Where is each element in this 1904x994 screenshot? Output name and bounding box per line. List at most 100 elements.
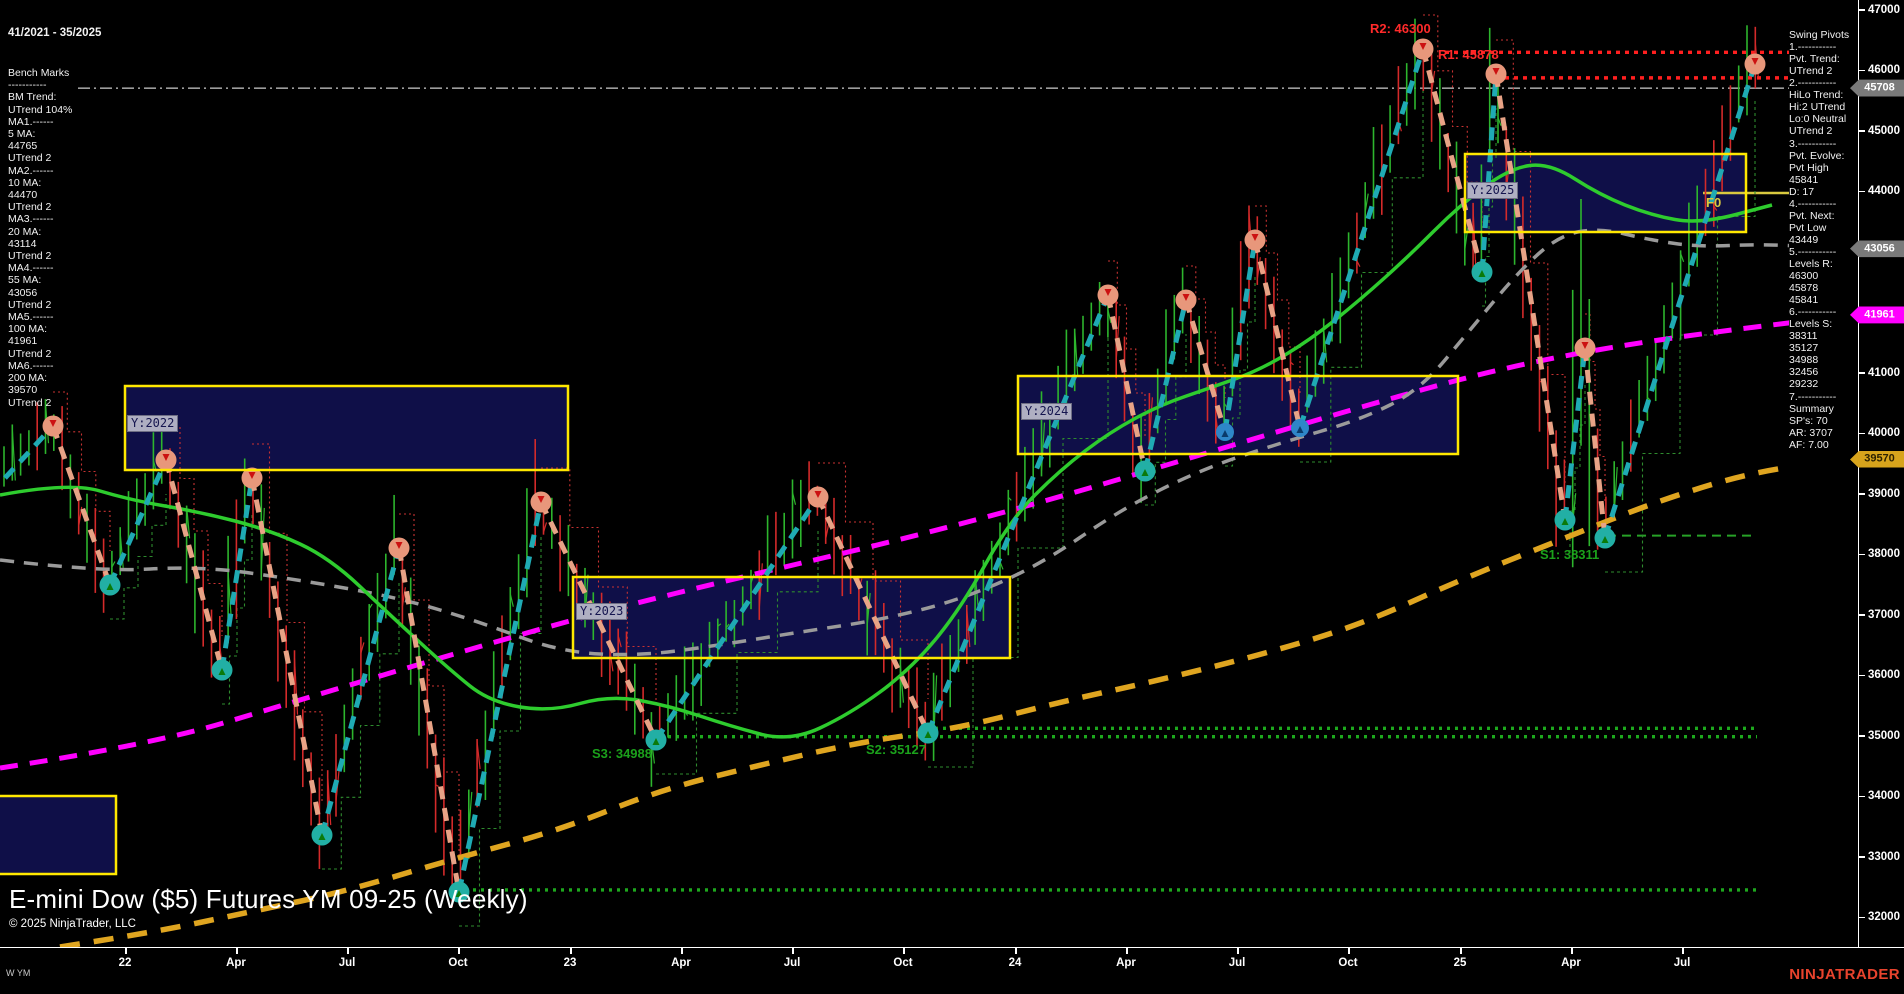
benchmarks-line: 100 MA: (8, 323, 101, 335)
benchmarks-line: 39570 (8, 384, 101, 396)
chart-title: E-mini Dow ($5) Futures YM 09-25 (Weekly… (9, 884, 528, 915)
swing-leg (1300, 49, 1423, 428)
price-tag: 45708 (1850, 80, 1904, 97)
time-tick (681, 948, 683, 954)
swing-leg (252, 478, 322, 835)
benchmarks-line: MA3.------ (8, 213, 101, 225)
level-label: S3: 34988 (592, 746, 652, 761)
swing-pivots-line: Lo:0 Neutral (1789, 113, 1857, 125)
year-box-label[interactable]: Y:2024 (1021, 403, 1072, 420)
swing-pivots-panel: Swing Pivots1.-----------Pvt. Trend:UTre… (1789, 5, 1857, 475)
time-tick-label: Apr (1116, 957, 1136, 969)
time-tick-label: Jul (1674, 957, 1691, 969)
price-axis[interactable]: 4700046000450004400043000420004100040000… (1858, 0, 1904, 947)
price-tick (1859, 130, 1865, 132)
year-box-label[interactable]: Y:2023 (576, 603, 627, 620)
swing-pivots-line: UTrend 2 (1789, 125, 1857, 137)
time-tick (1460, 948, 1462, 954)
time-tick (1348, 948, 1350, 954)
benchmarks-line: 55 MA: (8, 274, 101, 286)
benchmarks-line: 44765 (8, 140, 101, 152)
price-tick (1859, 796, 1865, 798)
benchmarks-line: UTrend 2 (8, 397, 101, 409)
swing-pivots-line: Swing Pivots (1789, 29, 1857, 41)
swing-pivots-line: 45841 (1789, 294, 1857, 306)
time-tick-label: Jul (1229, 957, 1246, 969)
time-tick-label: Oct (448, 957, 467, 969)
chart-window: 41/2021 - 35/2025 Bench Marks-----------… (0, 0, 1904, 994)
time-tick-label: 23 (564, 957, 577, 969)
year-box-label[interactable]: Y:2025 (1467, 182, 1518, 199)
benchmarks-line: UTrend 2 (8, 152, 101, 164)
time-tick (1571, 948, 1573, 954)
benchmarks-line: MA2.------ (8, 165, 101, 177)
time-tick-label: Oct (893, 957, 912, 969)
swing-pivots-line: Pvt. Evolve: (1789, 150, 1857, 162)
level-label: R2: 46300 (1370, 21, 1431, 36)
price-tick-label: 46000 (1868, 64, 1900, 76)
time-tick (125, 948, 127, 954)
swing-pivots-line: D: 17 (1789, 186, 1857, 198)
swing-pivots-line: 32456 (1789, 366, 1857, 378)
swing-leg (166, 460, 222, 670)
benchmarks-line: 10 MA: (8, 177, 101, 189)
swing-pivots-line: 45878 (1789, 282, 1857, 294)
price-tick (1859, 614, 1865, 616)
time-tick-label: Apr (1561, 957, 1581, 969)
benchmarks-line: 41961 (8, 335, 101, 347)
swing-pivots-line: Pvt High (1789, 162, 1857, 174)
swing-leg (459, 502, 541, 892)
price-tick (1859, 433, 1865, 435)
time-tick-label: Jul (784, 957, 801, 969)
price-tick-label: 45000 (1868, 125, 1900, 137)
price-tick (1859, 675, 1865, 677)
time-tick-label: 24 (1009, 957, 1022, 969)
time-tick (570, 948, 572, 954)
ma-200-line (60, 460, 1853, 947)
price-tick-label: 44000 (1868, 185, 1900, 197)
swing-pivots-line: UTrend 2 (1789, 65, 1857, 77)
time-tick (1682, 948, 1684, 954)
benchmarks-line: UTrend 2 (8, 201, 101, 213)
trailing-step-line (399, 514, 459, 858)
benchmarks-line: Bench Marks (8, 67, 101, 79)
price-tick-label: 33000 (1868, 851, 1900, 863)
benchmarks-line: UTrend 2 (8, 348, 101, 360)
benchmarks-line: MA1.------ (8, 116, 101, 128)
trailing-step-line (1496, 40, 1565, 486)
year-box (125, 386, 568, 470)
year-box-label[interactable]: Y:2022 (127, 415, 178, 432)
swing-pivots-line: 5.----------- (1789, 246, 1857, 258)
copyright-text: © 2025 NinjaTrader, LLC (9, 918, 528, 930)
swing-pivots-line: Levels S: (1789, 318, 1857, 330)
chart-canvas[interactable] (0, 0, 1904, 994)
price-tag: 43056 (1850, 240, 1904, 257)
swing-pivots-line: Pvt. Trend: (1789, 53, 1857, 65)
price-tick (1859, 493, 1865, 495)
swing-pivots-line: 46300 (1789, 270, 1857, 282)
instrument-code: W YM (6, 968, 30, 978)
time-tick (236, 948, 238, 954)
time-tick (1015, 948, 1017, 954)
swing-pivots-line: AF: 7.00 (1789, 439, 1857, 451)
benchmarks-line: 5 MA: (8, 128, 101, 140)
swing-pivots-line: Hi:2 UTrend (1789, 101, 1857, 113)
time-tick (903, 948, 905, 954)
benchmarks-line: UTrend 2 (8, 299, 101, 311)
price-tick (1859, 191, 1865, 193)
benchmarks-line: 43056 (8, 287, 101, 299)
benchmarks-line: BM Trend: (8, 91, 101, 103)
swing-pivots-line: 38311 (1789, 330, 1857, 342)
level-label: S2: 35127 (866, 742, 926, 757)
price-tick-label: 39000 (1868, 488, 1900, 500)
time-tick-label: 22 (119, 957, 132, 969)
benchmarks-line: 43114 (8, 238, 101, 250)
benchmarks-line: 200 MA: (8, 372, 101, 384)
price-tick-label: 34000 (1868, 790, 1900, 802)
swing-pivots-line: 2.----------- (1789, 77, 1857, 89)
time-axis[interactable]: 22AprJulOct23AprJulOct24AprJulOct25AprJu… (0, 947, 1904, 978)
price-tick (1859, 554, 1865, 556)
title-block: E-mini Dow ($5) Futures YM 09-25 (Weekly… (9, 884, 528, 930)
benchmarks-line: MA6.------ (8, 360, 101, 372)
trailing-step-line (252, 444, 322, 801)
